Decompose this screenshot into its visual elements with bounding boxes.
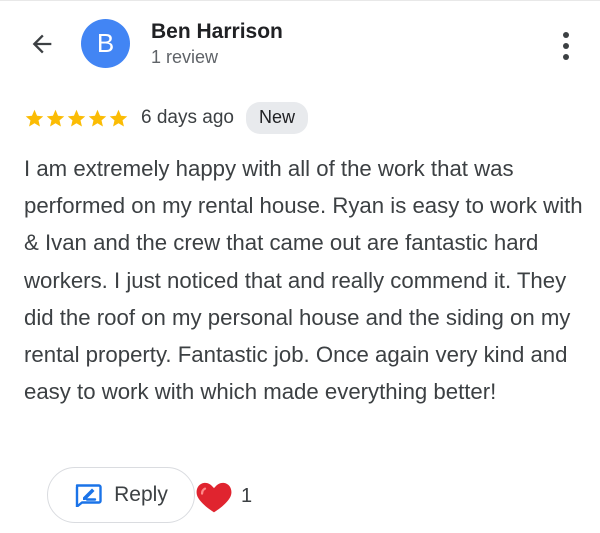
more-vertical-icon [563, 32, 569, 38]
reviewer-name[interactable]: Ben Harrison [151, 20, 283, 44]
star-icon [109, 109, 128, 127]
reply-button[interactable]: Reply [47, 467, 195, 523]
reply-edit-icon [75, 484, 102, 507]
back-button[interactable] [24, 26, 60, 62]
reply-label: Reply [114, 483, 168, 506]
star-icon [67, 109, 86, 127]
top-divider [0, 0, 600, 1]
review-time: 6 days ago [141, 107, 234, 128]
star-icon [88, 109, 107, 127]
reviewer-review-count: 1 review [151, 47, 219, 67]
star-rating [24, 108, 129, 129]
more-vertical-icon-dot [563, 54, 569, 60]
more-options-button[interactable] [552, 26, 580, 66]
review-text: I am extremely happy with all of the wor… [24, 156, 583, 405]
avatar-letter: B [96, 28, 115, 58]
star-icon [46, 109, 65, 127]
heart-reaction-button[interactable] [194, 478, 234, 514]
new-badge: New [245, 102, 308, 134]
rating-row: 6 days ago New [24, 100, 308, 136]
reaction-count: 1 [241, 485, 253, 507]
more-vertical-icon-dot [563, 43, 569, 49]
heart-icon [196, 482, 232, 513]
avatar[interactable]: B [81, 19, 130, 68]
star-icon [25, 109, 44, 127]
arrow-left-icon [32, 34, 52, 54]
